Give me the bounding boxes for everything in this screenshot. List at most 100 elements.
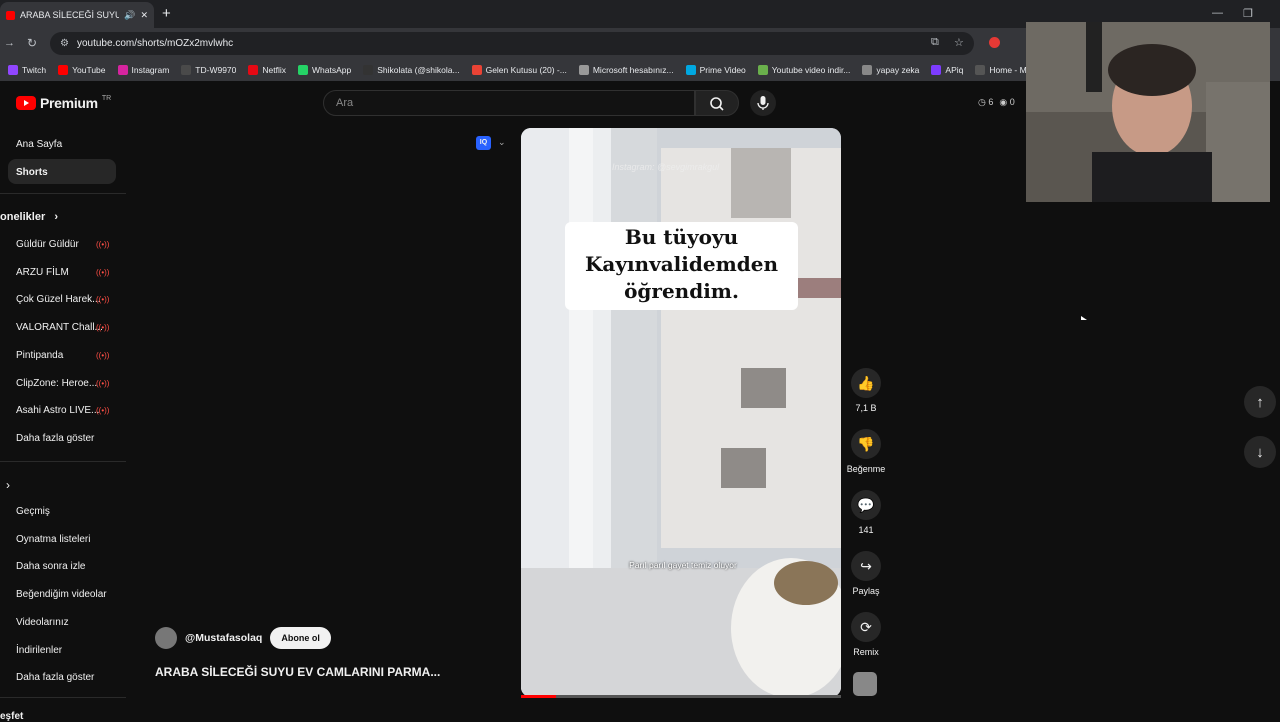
youtube-logo[interactable]: Premium TR — [16, 95, 111, 111]
like-count: 7,1 B — [855, 403, 877, 413]
bookmark-item[interactable]: TD-W9970 — [181, 65, 236, 75]
maximize-icon[interactable]: ❐ — [1243, 7, 1253, 20]
mouse-cursor — [1081, 316, 1087, 320]
sidebar-item-subscription[interactable]: ClipZone: Heroe... — [16, 378, 97, 389]
comment-count: 141 — [858, 525, 874, 535]
channel-avatar[interactable] — [155, 627, 177, 649]
bookmark-item[interactable]: Shikolata (@shikola... — [363, 65, 460, 75]
bookmark-label: TD-W9970 — [195, 65, 237, 75]
bookmark-item[interactable]: APiq — [931, 65, 963, 75]
subscribe-button[interactable]: Abone ol — [270, 627, 331, 649]
webcam-image — [1026, 22, 1270, 202]
chevron-right-icon: › — [54, 211, 58, 223]
previous-short-button[interactable]: ↑ — [1244, 386, 1276, 418]
tab-close-icon[interactable]: ✕ — [140, 10, 148, 21]
bookmark-item[interactable]: WhatsApp — [298, 65, 351, 75]
bookmark-item[interactable]: Gelen Kutusu (20) -... — [471, 65, 567, 75]
live-indicator-icon: ((•)) — [96, 240, 110, 249]
sidebar-item-subscription[interactable]: Çok Güzel Harek... — [16, 294, 100, 305]
video-title[interactable]: ARABA SİLECEĞİ SUYU EV CAMLARINI PARMA..… — [155, 665, 440, 679]
minimize-icon[interactable]: — — [1212, 7, 1223, 19]
sound-thumbnail[interactable] — [853, 672, 877, 696]
sidebar-item-subscription[interactable]: Asahi Astro LIVE... — [16, 405, 99, 416]
bookmark-item[interactable]: Prime Video — [685, 65, 746, 75]
site-info-icon[interactable]: ⚙ — [60, 38, 69, 49]
channel-handle[interactable]: @Mustafasolaq — [185, 632, 262, 644]
thumbs-up-icon: 👍 — [851, 368, 881, 398]
sidebar-show-more[interactable]: Daha fazla göster — [16, 433, 94, 444]
region-code: TR — [101, 94, 112, 102]
speaker-icon[interactable]: 🔊 — [124, 10, 135, 21]
channel-row: @Mustafasolaq Abone ol — [155, 627, 331, 649]
youtube-play-icon — [16, 96, 36, 110]
header-stats: ◷ 6 ◉ 0 — [978, 97, 1015, 108]
sidebar-item-subscription[interactable]: Güldür Güldür — [16, 239, 79, 250]
sidebar-item-library[interactable]: Beğendiğim videolar — [16, 589, 107, 600]
bookmark-item[interactable]: yapay zeka — [862, 65, 919, 75]
bookmark-label: Gelen Kutusu (20) -... — [485, 65, 567, 75]
sidebar-item-subscription[interactable]: Pintipanda — [16, 350, 63, 361]
reload-icon[interactable]: ↻ — [27, 36, 37, 50]
sidebar-item-home[interactable]: Ana Sayfa — [16, 139, 62, 150]
quality-badge[interactable]: IQ — [476, 136, 491, 150]
extension-icon[interactable] — [989, 37, 1000, 48]
shorts-video-player[interactable] — [521, 128, 841, 697]
voice-search-button[interactable] — [750, 90, 776, 116]
progress-track[interactable] — [521, 695, 841, 698]
search-input[interactable]: Ara — [323, 90, 695, 116]
you-chevron-icon[interactable]: › — [6, 478, 10, 492]
bookmark-label: Microsoft hesabınız... — [592, 65, 674, 75]
bookmark-favicon-icon — [181, 65, 192, 75]
bookmark-item[interactable]: Instagram — [117, 65, 169, 75]
bookmark-label: Youtube video indir... — [771, 65, 851, 75]
browser-tab[interactable]: ARABA SİLECEĞİ SUYU EV C 🔊 ✕ — [0, 2, 154, 28]
bookmark-favicon-icon — [862, 65, 873, 75]
like-button[interactable]: 👍 7,1 B — [846, 368, 886, 413]
video-watermark: Instagram: @sevgimrakgul — [612, 162, 720, 172]
sidebar-show-more-2[interactable]: Daha fazla göster — [16, 672, 94, 683]
bookmark-favicon-icon — [298, 65, 309, 75]
sidebar-item-shorts[interactable]: Shorts — [16, 167, 48, 178]
video-frame — [521, 128, 841, 697]
bookmark-item[interactable]: Netflix — [248, 65, 286, 75]
subscriptions-header[interactable]: onelikler › — [0, 211, 58, 223]
sidebar-item-subscription[interactable]: VALORANT Chall... — [16, 322, 103, 333]
chevron-down-icon[interactable]: ⌄ — [498, 137, 506, 148]
address-bar[interactable]: ⚙ youtube.com/shorts/mOZx2mvlwhc — [50, 32, 974, 55]
sidebar-divider — [0, 193, 126, 194]
dislike-button[interactable]: 👎 Beğenme — [846, 429, 886, 474]
progress-fill — [521, 695, 557, 698]
bookmark-favicon-icon — [931, 65, 942, 75]
arrow-down-icon: ↓ — [1256, 443, 1264, 461]
bookmark-favicon-icon — [363, 65, 374, 75]
sidebar-item-library[interactable]: Oynatma listeleri — [16, 534, 90, 545]
install-icon[interactable]: ⧉ — [931, 36, 939, 49]
bookmark-favicon-icon — [117, 65, 128, 75]
sidebar-item-subscription[interactable]: ARZU FİLM — [16, 267, 69, 278]
video-caption: Bu tüyoyu Kayınvalidemden öğrendim. — [565, 222, 798, 310]
sidebar-item-library[interactable]: İndirilenler — [16, 645, 62, 656]
sidebar-item-library[interactable]: Daha sonra izle — [16, 561, 85, 572]
bookmark-item[interactable]: YouTube — [58, 65, 106, 75]
bookmark-item[interactable]: Youtube video indir... — [757, 65, 851, 75]
next-short-button[interactable]: ↓ — [1244, 436, 1276, 468]
bookmark-item[interactable]: Twitch — [8, 65, 46, 75]
sidebar-item-library[interactable]: Geçmiş — [16, 506, 50, 517]
search-button[interactable] — [695, 90, 739, 116]
sidebar-divider — [0, 697, 126, 698]
arrow-up-icon: ↑ — [1256, 393, 1264, 411]
comments-button[interactable]: 💬 141 — [846, 490, 886, 535]
forward-icon[interactable]: → — [4, 37, 15, 49]
share-button[interactable]: ↪ Paylaş — [846, 551, 886, 596]
url-text: youtube.com/shorts/mOZx2mvlwhc — [76, 38, 234, 49]
new-tab-icon[interactable]: + — [162, 6, 171, 22]
bookmark-favicon-icon — [248, 65, 259, 75]
live-indicator-icon: ((•)) — [96, 267, 110, 277]
remix-button[interactable]: ⟳ Remix — [846, 612, 886, 657]
stat-b: ◉ 0 — [999, 97, 1015, 107]
bookmark-star-icon[interactable]: ☆ — [954, 36, 964, 49]
live-indicator-icon: ((•)) — [96, 378, 110, 388]
remix-icon: ⟳ — [851, 612, 881, 642]
sidebar-item-library[interactable]: Videolarınız — [16, 617, 69, 628]
bookmark-item[interactable]: Microsoft hesabınız... — [578, 65, 674, 75]
